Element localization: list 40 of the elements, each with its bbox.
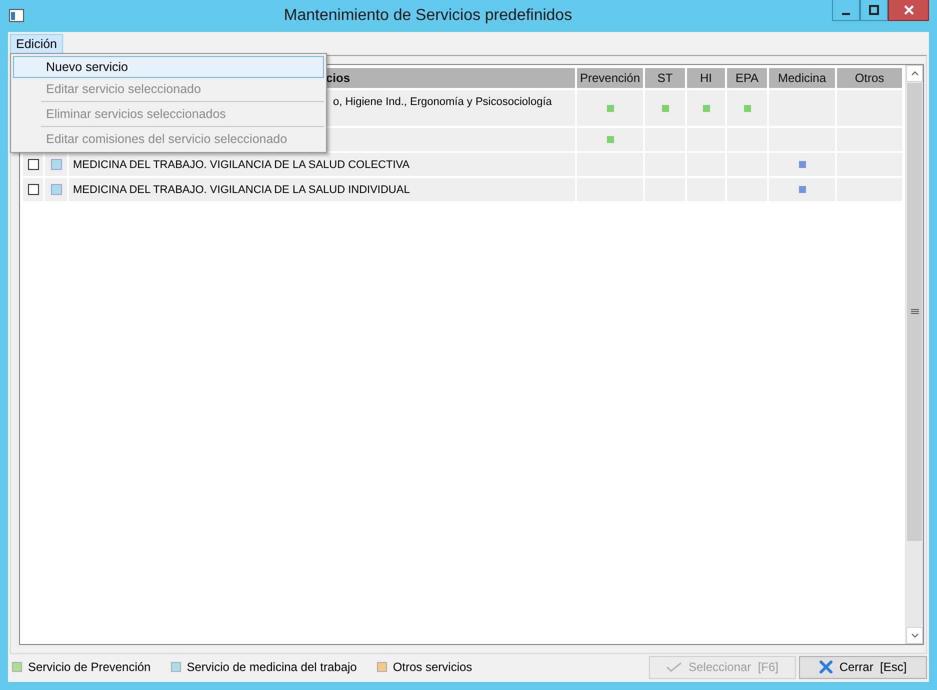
scroll-up-button[interactable] bbox=[906, 65, 923, 82]
service-type-icon bbox=[50, 184, 62, 195]
service-marker-icon bbox=[606, 104, 614, 112]
table-cell: MEDICINA DEL TRABAJO. VIGILANCIA DE LA SALUD INDIVIDUAL bbox=[69, 178, 575, 201]
service-marker-icon bbox=[798, 161, 806, 168]
minimize-icon bbox=[842, 13, 850, 15]
column-header[interactable]: EPA bbox=[727, 68, 767, 88]
service-marker-icon bbox=[702, 104, 710, 112]
menu-bar-item[interactable]: Edición bbox=[10, 34, 63, 55]
service-type-icon bbox=[50, 159, 62, 170]
row-checkbox[interactable] bbox=[28, 184, 38, 195]
service-marker-icon bbox=[606, 136, 614, 143]
maximize-button[interactable] bbox=[860, 0, 888, 21]
close-dialog-button[interactable]: Cerrar [Esc] bbox=[799, 656, 927, 678]
minimize-button[interactable] bbox=[832, 0, 860, 21]
scroll-down-button[interactable] bbox=[906, 627, 923, 644]
legend-label: Servicio de medicina del trabajo bbox=[186, 660, 357, 674]
scroll-thumb[interactable] bbox=[907, 83, 922, 541]
service-marker-icon bbox=[798, 186, 806, 193]
window-icon bbox=[9, 9, 24, 22]
service-marker-icon bbox=[662, 104, 668, 112]
row-checkbox[interactable] bbox=[28, 159, 38, 170]
window-title: Mantenimiento de Servicios predefinidos bbox=[282, 6, 574, 25]
table-cell: MEDICINA DEL TRABAJO. VIGILANCIA DE LA SALUD COLECTIVA bbox=[69, 153, 575, 176]
legend-label: Otros servicios bbox=[392, 660, 472, 674]
column-header[interactable]: Medicina bbox=[769, 68, 835, 88]
scrollbar[interactable] bbox=[905, 65, 923, 644]
cross-icon bbox=[819, 660, 834, 674]
legend-label: Servicio de Prevención bbox=[28, 660, 151, 674]
column-header[interactable]: HI bbox=[687, 68, 725, 88]
close-button[interactable] bbox=[888, 0, 929, 21]
grip-icon bbox=[910, 309, 918, 315]
service-marker-icon bbox=[744, 104, 750, 112]
maximize-icon bbox=[869, 5, 879, 15]
column-header[interactable]: Otros bbox=[837, 68, 902, 88]
column-header[interactable]: Prevención bbox=[577, 68, 643, 88]
column-header[interactable]: ST bbox=[645, 68, 685, 88]
close-icon bbox=[904, 5, 914, 15]
checkmark-icon bbox=[666, 662, 682, 672]
menu-item[interactable]: Nuevo servicio bbox=[13, 56, 324, 78]
